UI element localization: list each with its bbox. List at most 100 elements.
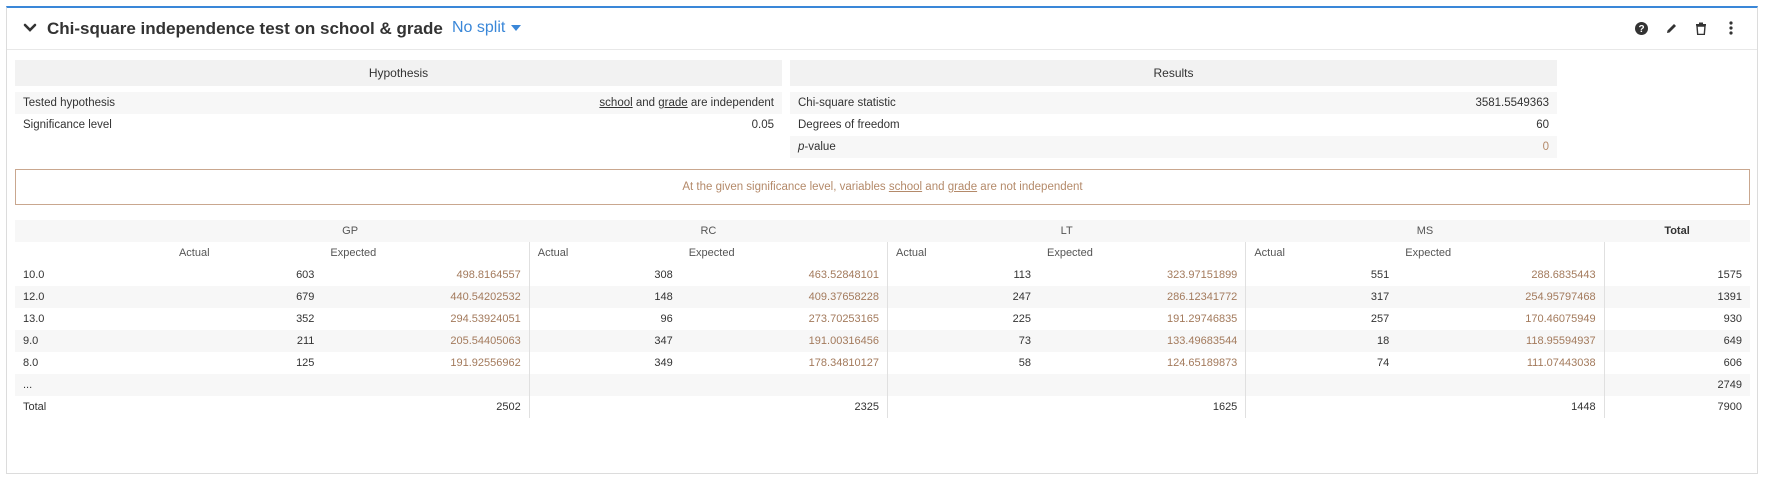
- expected-cell: 440.54202532: [322, 286, 530, 308]
- analysis-card: Chi-square independence test on school &…: [6, 6, 1758, 474]
- expected-cell: 178.34810127: [808, 357, 880, 369]
- hypothesis-title: Hypothesis: [15, 60, 782, 86]
- conclusion-suffix: are not independent: [977, 181, 1083, 193]
- expected-cell: 124.65189873: [1166, 357, 1238, 369]
- value-suffix: -value: [804, 141, 836, 153]
- significance-level-value: 0.05: [751, 119, 774, 131]
- actual-cell: 125: [296, 357, 315, 369]
- expected-cell: 288.6835443: [1531, 269, 1596, 281]
- expected-cell: 191.00316456: [680, 330, 888, 352]
- actual-cell: 211: [170, 330, 323, 352]
- expected-cell: 254.95797468: [1397, 286, 1605, 308]
- svg-text:?: ?: [1638, 24, 1644, 35]
- group-header-rc[interactable]: RC: [529, 220, 888, 242]
- expected-cell: 191.92556962: [450, 357, 521, 369]
- p-value-value: 0: [1542, 141, 1549, 153]
- split-label: No split: [452, 19, 506, 36]
- expected-header: Expected: [1046, 247, 1093, 259]
- expected-header: Expected: [330, 247, 377, 259]
- tested-hypothesis-label: Tested hypothesis: [23, 97, 116, 109]
- expected-header: Expected: [1405, 247, 1452, 259]
- actual-cell: 679: [170, 286, 323, 308]
- totals-label: Total: [15, 396, 171, 418]
- degrees-of-freedom-label: Degrees of freedom: [798, 119, 900, 131]
- actual-cell: 257: [1245, 308, 1398, 330]
- edit-icon[interactable]: [1663, 20, 1679, 36]
- var-school[interactable]: school: [599, 97, 632, 109]
- actual-cell: [1245, 374, 1398, 396]
- total-header: Total: [1604, 220, 1750, 242]
- actual-cell: 347: [528, 330, 681, 352]
- row-total-cell: 649: [1603, 330, 1750, 352]
- chi-square-value: 3581.5549363: [1475, 97, 1549, 109]
- split-dropdown[interactable]: No split: [452, 19, 522, 37]
- significance-level-row: Significance level 0.05: [15, 114, 782, 136]
- expected-cell: 111.07443038: [1526, 357, 1596, 369]
- card-title: Chi-square independence test on school &…: [47, 19, 443, 38]
- conclusion-text: At the given significance level, variabl…: [682, 181, 1082, 193]
- row-label: 8.0: [23, 357, 39, 369]
- totals-row: Total 2502 2325 1625 1448 7900: [15, 396, 1750, 418]
- group-header-lt[interactable]: LT: [887, 220, 1246, 242]
- row-label: 9.0: [15, 330, 171, 352]
- group-header-gp[interactable]: GP: [170, 220, 530, 242]
- expected-cell: 273.70253165: [808, 313, 880, 325]
- group-header-ms[interactable]: MS: [1245, 220, 1605, 242]
- expected-cell: 205.54405063: [322, 330, 530, 352]
- actual-cell: 352: [296, 313, 315, 325]
- grand-total-cell: 7900: [1603, 396, 1750, 418]
- degrees-of-freedom-row: Degrees of freedom 60: [790, 114, 1557, 136]
- expected-cell: 294.53924051: [450, 313, 521, 325]
- expected-cell: [1038, 374, 1246, 396]
- table-row: 9.0 211 205.54405063 347 191.00316456 73 133.4…: [15, 330, 1750, 352]
- actual-cell: 349: [528, 352, 681, 374]
- row-total-cell: 930: [1603, 308, 1750, 330]
- help-icon[interactable]: ?: [1633, 20, 1649, 36]
- card-toolbar: ?: [1633, 20, 1739, 36]
- results-title: Results: [790, 60, 1557, 86]
- expected-cell: 133.49683544: [1038, 330, 1246, 352]
- independent-text: are independent: [687, 97, 774, 109]
- expected-cell: [1397, 374, 1605, 396]
- hypothesis-panel: Hypothesis Tested hypothesis school and …: [15, 60, 782, 136]
- actual-cell: 603: [296, 269, 315, 281]
- group-total-cell: 2502: [170, 396, 530, 418]
- table-row: 8.0 125 191.92556962 349 178.34810127 58 124.6…: [15, 352, 1750, 374]
- table-row: 10.0 603 498.8164557 308 463.52848101 113 323.…: [15, 264, 1750, 286]
- chevron-down-icon[interactable]: [23, 21, 37, 35]
- expected-cell: [680, 374, 888, 396]
- conclusion-and: and: [922, 181, 948, 193]
- actual-cell: 74: [1245, 352, 1398, 374]
- actual-header: Actual: [528, 242, 681, 264]
- row-total-cell: 1575: [1603, 264, 1750, 286]
- actual-cell: [887, 374, 1039, 396]
- actual-cell: 148: [528, 286, 681, 308]
- tested-hypothesis-value: school and grade are independent: [599, 97, 774, 109]
- expected-header: Expected: [688, 247, 735, 259]
- actual-cell: 113: [887, 264, 1039, 286]
- conclusion-var-school[interactable]: school: [889, 181, 922, 193]
- actual-header: Actual: [887, 242, 1039, 264]
- expected-cell: 118.95594937: [1397, 330, 1605, 352]
- degrees-of-freedom-value: 60: [1536, 119, 1549, 131]
- group-total-cell: 1448: [1245, 396, 1605, 418]
- row-label: ...: [15, 374, 171, 396]
- row-label: 13.0: [23, 313, 45, 325]
- and-text: and: [632, 97, 659, 109]
- actual-cell: 96: [528, 308, 681, 330]
- actual-cell: 73: [887, 330, 1039, 352]
- var-grade[interactable]: grade: [658, 97, 687, 109]
- corner-cell: [15, 220, 171, 242]
- actual-cell: 317: [1245, 286, 1398, 308]
- delete-icon[interactable]: [1693, 20, 1709, 36]
- actual-cell: [170, 374, 323, 396]
- conclusion-var-grade[interactable]: grade: [948, 181, 977, 193]
- expected-cell: 286.12341772: [1038, 286, 1246, 308]
- expected-cell: 191.29746835: [1166, 313, 1238, 325]
- actual-cell: 308: [528, 264, 681, 286]
- table-body: 10.0 603 498.8164557 308 463.52848101 113 323.…: [15, 264, 1750, 418]
- row-total-cell: 1391: [1603, 286, 1750, 308]
- row-label: 12.0: [15, 286, 171, 308]
- more-icon[interactable]: [1723, 20, 1739, 36]
- tested-hypothesis-row: Tested hypothesis school and grade are i…: [15, 92, 782, 114]
